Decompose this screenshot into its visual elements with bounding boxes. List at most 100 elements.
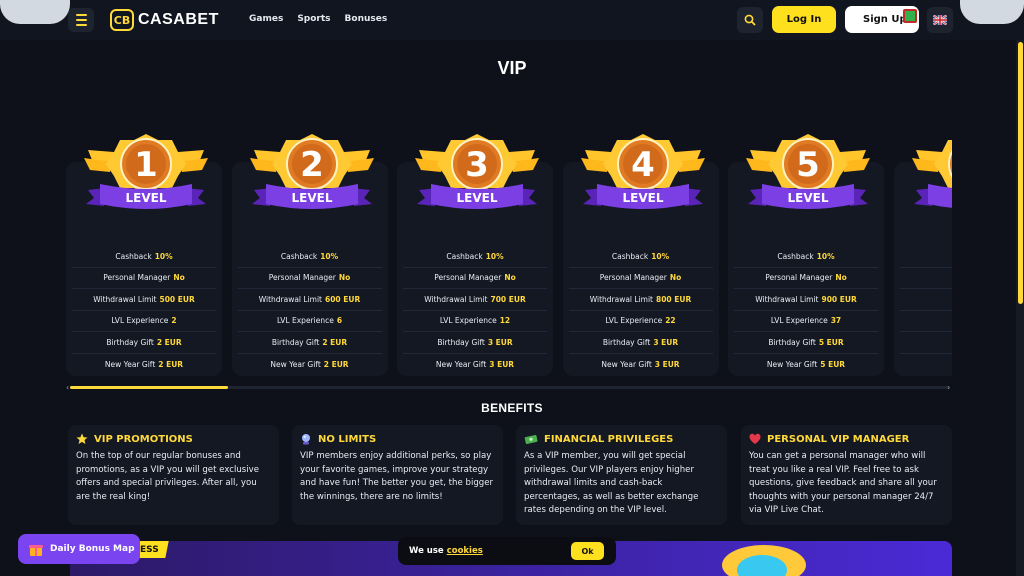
vip-level-card: 3 LEVEL Cashback 10% Personal Manager No Withd… — [397, 134, 553, 376]
main-nav: Games Sports Bonuses — [249, 14, 387, 24]
cookies-link[interactable]: cookies — [447, 546, 483, 556]
benefit-card: VIP PROMOTIONS On the top of our regular… — [68, 425, 279, 525]
level-badge-icon: 1 LEVEL — [84, 134, 208, 209]
star-icon — [76, 433, 88, 444]
perk-label: Personal Manager — [765, 273, 833, 283]
perk-label: Withdrawal Limit — [589, 294, 653, 304]
level-perks-list: Cashback 10% Personal Manager No Withdrawal … — [237, 246, 382, 375]
perk-label: Withdrawal Limit — [755, 294, 819, 304]
level-perk-row: Withdrawal Limit 700 EUR — [403, 289, 547, 311]
benefit-title: NO LIMITS — [318, 433, 377, 445]
level-perk-row — [899, 332, 952, 354]
benefit-title: FINANCIAL PRIVILEGES — [544, 433, 674, 445]
perk-label: Birthday Gift — [271, 337, 320, 347]
benefit-title: VIP PROMOTIONS — [94, 433, 193, 445]
carousel-scrollbar[interactable] — [70, 386, 950, 389]
carousel-scrollbar-thumb[interactable] — [70, 386, 228, 389]
perk-value: 3 EUR — [489, 359, 515, 369]
carousel-next-arrow[interactable]: › — [947, 383, 950, 392]
level-word: LEVEL — [291, 191, 332, 205]
benefit-card: FINANCIAL PRIVILEGES As a VIP member, yo… — [516, 425, 727, 525]
vip-level-card — [893, 140, 953, 376]
perk-value: No — [835, 273, 847, 283]
level-perk-row: LVL Experience 6 — [237, 311, 382, 332]
carousel-prev-arrow[interactable]: ‹ — [66, 383, 69, 392]
perk-label: New Year Gift — [435, 359, 487, 369]
level-perk-row: Withdrawal Limit 900 EUR — [734, 289, 878, 311]
level-perk-row: Cashback 10% — [237, 246, 382, 268]
nav-games[interactable]: Games — [249, 14, 283, 24]
vip-level-card: 5 LEVEL Cashback 10% Personal Manager No Withd… — [728, 134, 884, 376]
level-perk-row: Cashback 10% — [734, 246, 878, 268]
vip-levels-carousel[interactable]: 1 LEVEL Cashback 10% Personal Manager No Withd… — [66, 130, 952, 380]
perk-value: 500 EUR — [159, 294, 195, 304]
level-word: LEVEL — [788, 191, 829, 205]
perk-label: New Year Gift — [601, 359, 652, 369]
perk-label: Withdrawal Limit — [424, 294, 488, 304]
benefit-text: On the top of our regular bonuses and pr… — [76, 451, 260, 502]
perk-value: 2 EUR — [322, 337, 348, 347]
signup-button[interactable]: Sign Up — [845, 6, 919, 33]
level-perk-row: LVL Experience 37 — [734, 311, 878, 332]
perk-label: Cashback — [611, 251, 649, 261]
level-number: 3 — [465, 145, 489, 185]
perk-value: 3 EUR — [487, 337, 513, 347]
level-perk-row: LVL Experience 22 — [568, 311, 713, 332]
level-perk-row: Withdrawal Limit 600 EUR — [237, 289, 382, 311]
crystal-ball-icon — [302, 434, 310, 445]
perk-value: 700 EUR — [490, 294, 526, 304]
level-perk-row — [899, 311, 952, 332]
perk-label: LVL Experience — [276, 316, 334, 326]
perk-value: No — [504, 273, 516, 283]
perk-value: 37 — [830, 316, 842, 326]
perk-label: New Year Gift — [270, 359, 321, 369]
level-perk-row: New Year Gift 2 EUR — [72, 354, 216, 376]
perk-value: 10% — [320, 251, 339, 261]
cookie-text: We use — [409, 546, 444, 556]
perk-value: 600 EUR — [325, 294, 361, 304]
perk-label: Cashback — [446, 251, 483, 261]
perk-label: New Year Gift — [104, 359, 156, 369]
level-number: 4 — [631, 145, 655, 185]
level-perk-row — [900, 354, 953, 376]
menu-button[interactable] — [68, 8, 94, 32]
benefit-text: VIP members enjoy additional perks, so p… — [300, 451, 494, 502]
benefit-title: PERSONAL VIP MANAGER — [767, 433, 910, 445]
level-perk-row: Personal Manager No — [734, 268, 878, 289]
benefit-card: NO LIMITS VIP members enjoy additional p… — [292, 425, 503, 525]
level-perk-row: Withdrawal Limit 800 EUR — [568, 289, 713, 311]
perk-label: Cashback — [777, 251, 814, 261]
level-number: 2 — [300, 145, 324, 185]
perk-value: 6 — [336, 316, 343, 326]
perk-value: 5 EUR — [818, 337, 844, 347]
perk-value: No — [173, 273, 185, 283]
perk-value: 10% — [485, 251, 504, 261]
cookie-ok-button[interactable]: Ok — [571, 542, 604, 560]
perk-value: 2 — [171, 316, 177, 326]
vip-level-card: 4 LEVEL Cashback 10% Personal Manager No Withd… — [562, 134, 719, 376]
level-perks-list: Cashback 10% Personal Manager No Withdrawal … — [403, 246, 547, 375]
login-button[interactable]: Log In — [772, 6, 836, 33]
level-perks-list: Cashback 10% Personal Manager No Withdrawal … — [568, 246, 713, 375]
daily-bonus-map-button[interactable]: Daily Bonus Map — [18, 534, 140, 564]
search-button[interactable] — [737, 7, 763, 33]
nav-sports[interactable]: Sports — [297, 14, 330, 24]
perk-label: Withdrawal Limit — [258, 294, 322, 304]
page-scrollbar-thumb[interactable] — [1018, 42, 1023, 304]
level-perks-list: Cashback 10% Personal Manager No Withdrawal … — [72, 246, 216, 375]
vip-level-card: 2 LEVEL Cashback 10% Personal Manager No Withd… — [231, 134, 388, 376]
language-button[interactable] — [927, 7, 953, 33]
level-perk-row: Cashback 10% — [72, 246, 216, 268]
level-perk-row — [899, 246, 952, 268]
perk-label: Personal Manager — [268, 273, 336, 283]
level-number: 1 — [134, 145, 158, 185]
heart-icon — [749, 433, 761, 444]
nav-bonuses[interactable]: Bonuses — [345, 14, 388, 24]
site-logo[interactable]: CB CASABET — [110, 9, 219, 31]
vip-title: VIP — [497, 58, 527, 78]
perk-label: Birthday Gift — [437, 337, 485, 347]
benefit-text: As a VIP member, you will get special pr… — [524, 451, 699, 515]
level-perk-row — [899, 268, 952, 289]
gift-box-icon — [29, 545, 43, 556]
perk-value: 2 EUR — [156, 337, 182, 347]
